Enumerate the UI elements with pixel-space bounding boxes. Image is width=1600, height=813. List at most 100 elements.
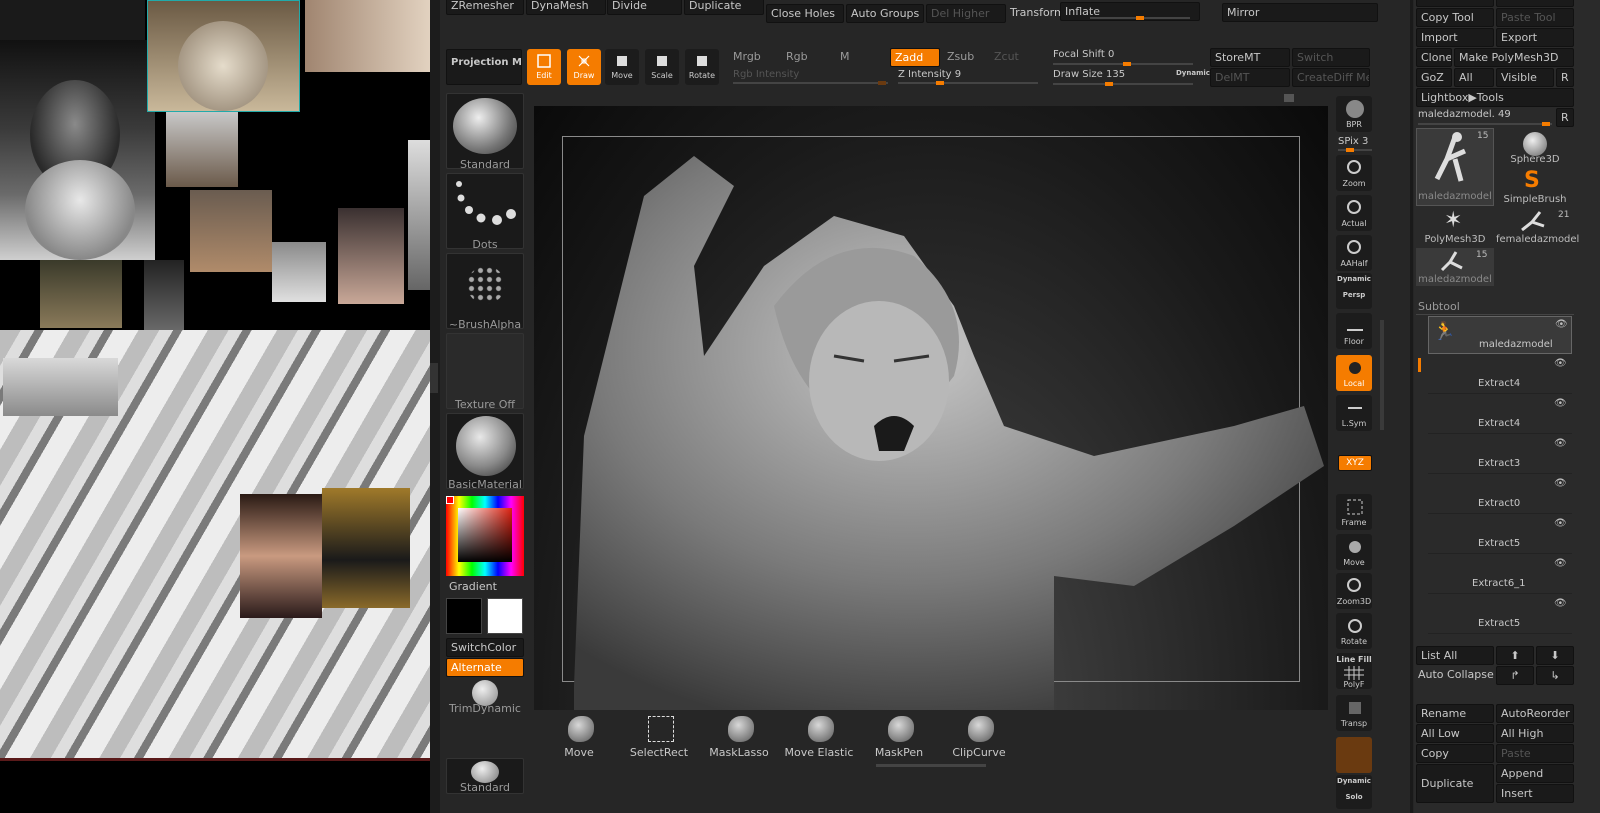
tool-thumbnail-simplebrush[interactable]: S SimpleBrush (1496, 168, 1574, 206)
rgb-intensity-slider[interactable]: Rgb Intensity (733, 69, 799, 80)
append-button[interactable]: Append (1496, 764, 1574, 783)
subtool-item-extract6-1[interactable]: Extract6_1 👁 (1428, 556, 1572, 594)
lightbox-tools-button[interactable]: Lightbox▶Tools (1416, 88, 1574, 107)
zoom-button[interactable]: Zoom (1336, 155, 1372, 191)
insert-button[interactable]: Insert (1496, 784, 1574, 803)
polyf-button[interactable]: Line Fill PolyF (1336, 653, 1372, 689)
lsym-button[interactable]: L.Sym (1336, 395, 1372, 431)
zadd-toggle[interactable]: Zadd (890, 48, 940, 67)
paste-button[interactable]: Paste (1496, 744, 1574, 763)
move-up-button[interactable]: ↱ (1496, 666, 1534, 685)
auto-collapse-toggle[interactable]: Auto Collapse (1418, 668, 1494, 681)
goz-button[interactable]: GoZ (1416, 68, 1452, 87)
rename-button[interactable]: Rename (1416, 704, 1494, 723)
duplicate-subtool-button[interactable]: Duplicate (1416, 764, 1494, 803)
xyz-button[interactable]: XYZ (1338, 455, 1372, 471)
mirror-button[interactable]: Mirror (1222, 3, 1378, 22)
tool-thumbnail-maledazmodel-2[interactable]: 15 maledazmodel (1416, 248, 1494, 286)
subtool-item-extract4-2[interactable]: Extract4 👁 (1428, 396, 1572, 434)
tool-thumbnail-maledazmodel[interactable]: 15 maledazmodel (1416, 128, 1494, 206)
inflate-track[interactable] (1090, 16, 1190, 20)
eye-icon[interactable]: 👁 (1555, 319, 1568, 330)
export-button[interactable]: Export (1496, 28, 1574, 47)
spix-slider[interactable]: SPix 3 (1338, 136, 1368, 147)
subtool-item-extract5[interactable]: Extract5 👁 (1428, 516, 1572, 554)
paste-tool-button[interactable]: Paste Tool (1496, 8, 1574, 27)
move-button[interactable]: Move (605, 49, 639, 85)
draw-button[interactable]: Draw (567, 49, 601, 85)
rgb-toggle[interactable]: Rgb (786, 50, 808, 63)
zcut-toggle[interactable]: Zcut (994, 50, 1019, 63)
maskpen-brush-button[interactable]: MaskPen (864, 716, 934, 759)
eye-icon[interactable]: 👁 (1554, 478, 1567, 489)
persp-button[interactable]: Dynamic Persp (1336, 273, 1372, 309)
creatediff-mesh-button[interactable]: CreateDiff Mesh (1292, 68, 1370, 87)
bpr-button[interactable]: BPR (1336, 96, 1372, 132)
list-all-button[interactable]: List All (1416, 646, 1494, 665)
dynamic-toggle[interactable]: Dynamic (1176, 69, 1210, 77)
close-holes-button[interactable]: Close Holes (766, 4, 844, 23)
move-down-button[interactable]: ↳ (1536, 666, 1574, 685)
auto-reorder-button[interactable]: AutoReorder (1496, 704, 1574, 723)
standard-brush-bottom-button[interactable]: Standard (446, 758, 524, 794)
switch-color-button[interactable]: SwitchColor (446, 638, 524, 657)
focal-shift-slider[interactable]: Focal Shift 0 (1053, 49, 1114, 60)
eye-icon[interactable]: 👁 (1554, 558, 1567, 569)
zoom3d-button[interactable]: Zoom3D (1336, 573, 1372, 609)
draw-size-slider[interactable]: Draw Size 135 (1053, 69, 1125, 80)
storemt-button[interactable]: StoreMT (1210, 48, 1290, 67)
zremesher-button[interactable]: ZRemesher (446, 0, 524, 15)
ghost-button[interactable] (1336, 737, 1372, 773)
all-button[interactable]: All (1454, 68, 1494, 87)
auto-groups-button[interactable]: Auto Groups (846, 4, 924, 23)
secondary-color-swatch[interactable] (487, 598, 523, 634)
scale-button[interactable]: Scale (645, 49, 679, 85)
spix-track[interactable] (1338, 148, 1372, 152)
subtool-item-extract3[interactable]: Extract3 👁 (1428, 436, 1572, 474)
eye-icon[interactable]: 👁 (1554, 598, 1567, 609)
canvas-resize-handle[interactable] (1284, 94, 1294, 102)
arrow-down-button[interactable]: ⬇ (1536, 646, 1574, 665)
frame-button[interactable]: Frame (1336, 494, 1372, 530)
move-brush-button[interactable]: Move (544, 716, 614, 759)
divide-button[interactable]: Divide (607, 0, 682, 15)
delmt-button[interactable]: DelMT (1210, 68, 1290, 87)
subtool-item-maledazmodel[interactable]: 🏃 maledazmodel 👁 (1428, 316, 1572, 354)
panel-scrollbar[interactable] (1380, 320, 1384, 430)
dynamesh-button[interactable]: DynaMesh (526, 0, 606, 15)
edit-button[interactable]: Edit (527, 49, 561, 85)
subtool-item-extract0[interactable]: Extract0 👁 (1428, 476, 1572, 514)
clone-button[interactable]: Clone (1416, 48, 1452, 67)
tool-thumbnail-femaledazmodel[interactable]: 21 femaledazmodel (1496, 208, 1579, 246)
selectrect-brush-button[interactable]: SelectRect (624, 716, 694, 759)
draw-size-track[interactable] (1053, 82, 1193, 86)
actual-button[interactable]: Actual (1336, 195, 1372, 231)
save-as-button[interactable] (1496, 0, 1574, 7)
mrgb-toggle[interactable]: Mrgb (733, 50, 761, 63)
current-tool-slider[interactable]: maledazmodel. 49 (1418, 109, 1511, 120)
import-button[interactable]: Import (1416, 28, 1494, 47)
rgb-intensity-track[interactable] (733, 81, 888, 85)
clipcurve-brush-button[interactable]: ClipCurve (944, 716, 1014, 759)
subtool-scroll-marker[interactable] (1418, 358, 1421, 372)
copy-tool-button[interactable]: Copy Tool (1416, 8, 1494, 27)
visible-button[interactable]: Visible (1496, 68, 1554, 87)
splitter-handle[interactable] (430, 363, 438, 393)
rotate-button[interactable]: Rotate (685, 49, 719, 85)
color-picker[interactable] (446, 496, 524, 576)
solo-button[interactable]: Dynamic Solo (1336, 775, 1372, 809)
subtool-item-extract4[interactable]: Extract4 👁 (1428, 356, 1572, 394)
rotate-view-button[interactable]: Rotate (1336, 613, 1372, 649)
arrow-up-button[interactable]: ⬆ (1496, 646, 1534, 665)
subtool-item-extract5-2[interactable]: Extract5 👁 (1428, 596, 1572, 634)
aahalf-button[interactable]: AAHalf (1336, 235, 1372, 271)
eye-icon[interactable]: 👁 (1554, 358, 1567, 369)
switch-button[interactable]: Switch (1292, 48, 1370, 67)
all-high-button[interactable]: All High (1496, 724, 1574, 743)
move-elastic-brush-button[interactable]: Move Elastic (784, 716, 854, 759)
copy-button[interactable]: Copy (1416, 744, 1494, 763)
primary-color-swatch[interactable] (446, 598, 482, 634)
eye-icon[interactable]: 👁 (1554, 398, 1567, 409)
canvas-area[interactable] (534, 106, 1328, 710)
transp-button[interactable]: Transp (1336, 695, 1372, 731)
